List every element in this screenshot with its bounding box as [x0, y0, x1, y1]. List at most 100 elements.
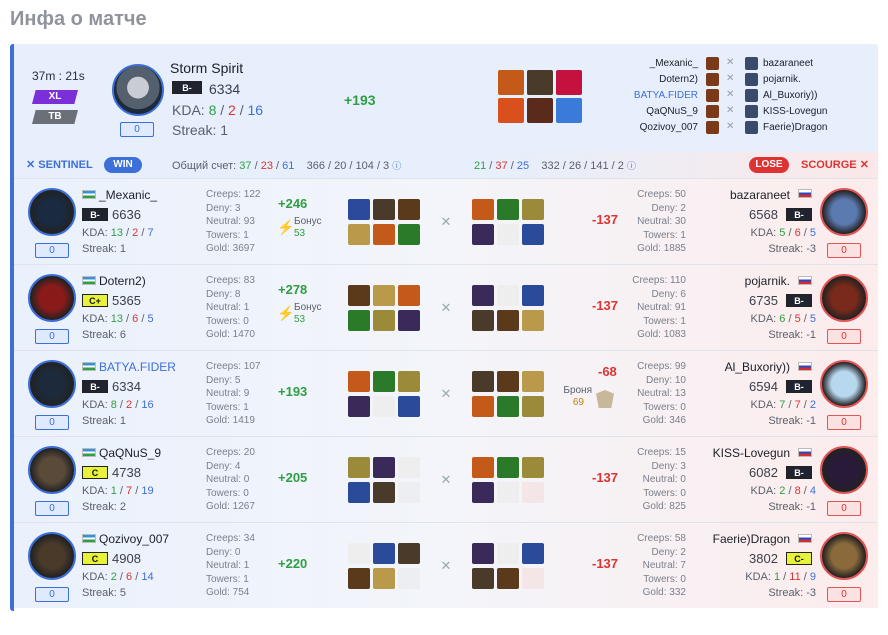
matchup-left[interactable]: BATYA.FIDER: [634, 90, 698, 101]
item-icon: [348, 371, 370, 392]
item-icon: [472, 199, 494, 220]
badge-tb: TB: [32, 110, 78, 124]
item-icon: [522, 371, 544, 392]
player-mmr: 6636: [112, 207, 141, 222]
player-name[interactable]: pojarnik.: [745, 274, 790, 288]
player-streak: Streak: 6: [82, 329, 127, 341]
player-kda: KDA: 8 / 2 / 16: [82, 399, 154, 411]
hero-mini-icon: [745, 73, 758, 86]
player-score-box: 0: [35, 501, 69, 516]
bonus: Бонус 53: [294, 302, 322, 325]
item-icon: [373, 457, 395, 478]
player-row: 0 Qozivoy_007 C 4908 KDA: 2 / 6 / 14 Str…: [14, 522, 878, 608]
player-name[interactable]: Faerie)Dragon: [713, 532, 790, 546]
item-icon: [373, 543, 395, 564]
player-name[interactable]: Dotern2): [99, 274, 146, 288]
player-items: [348, 285, 420, 331]
player-gain: -68: [598, 364, 617, 379]
player-mmr: 6082: [749, 465, 778, 480]
player-streak: Streak: 1: [82, 243, 127, 255]
badge-xl: XL: [32, 90, 78, 104]
player-name[interactable]: Al_Buxoriy)): [725, 360, 790, 374]
player-mmr: 4908: [112, 551, 141, 566]
item-icon: [497, 224, 519, 245]
player-avatar[interactable]: [28, 532, 76, 580]
item-icon: [348, 568, 370, 589]
hero-kda: KDA: 8 / 2 / 16: [172, 102, 264, 118]
player-items: [472, 543, 544, 589]
matchup-right[interactable]: KISS-Lovegun: [763, 106, 828, 117]
player-streak: Streak: 2: [82, 501, 127, 513]
item-icon: [373, 371, 395, 392]
player-stats: Creeps: 110 Deny: 6 Neutral: 91 Towers: 1 Go…: [632, 275, 686, 340]
item-icon: [498, 70, 524, 95]
item-icon: [497, 396, 519, 417]
player-avatar[interactable]: [28, 446, 76, 494]
player-stats: Creeps: 122 Deny: 3 Neutral: 93 Towers: 1 Go…: [206, 189, 261, 254]
player-name[interactable]: QaQNuS_9: [99, 446, 161, 460]
player-avatar[interactable]: [820, 532, 868, 580]
info-icon[interactable]: ⓘ: [627, 161, 636, 171]
hero-streak: Streak: 1: [172, 122, 229, 138]
vs-icon: ✕: [726, 105, 735, 116]
hero-mini-icon: [745, 121, 758, 134]
matchup-right[interactable]: bazaraneet: [763, 58, 813, 69]
player-stats: Creeps: 107 Deny: 5 Neutral: 9 Towers: 1 Gol…: [206, 361, 261, 426]
player-name[interactable]: Qozivoy_007: [99, 532, 169, 546]
matchup-left[interactable]: _Mexanic_: [650, 58, 698, 69]
player-kda: KDA: 7 / 7 / 2: [750, 399, 816, 411]
item-icon: [497, 543, 519, 564]
player-avatar[interactable]: [820, 360, 868, 408]
item-icon: [472, 543, 494, 564]
player-avatar[interactable]: [28, 188, 76, 236]
matchup-left[interactable]: Dotern2): [659, 74, 698, 85]
lightning-icon: ⚡: [277, 305, 295, 321]
matchup-right[interactable]: Al_Buxoriy)): [763, 90, 817, 101]
player-avatar[interactable]: [28, 274, 76, 322]
sword-icon: ✕: [26, 159, 36, 171]
matchup-left[interactable]: Qozivoy_007: [640, 122, 698, 133]
scoreline: ✕ SENTINEL WIN Общий счет: 37 / 23 / 61 …: [14, 152, 878, 178]
swords-icon: ✕: [440, 214, 452, 229]
player-stats: Creeps: 34 Deny: 0 Neutral: 1 Towers: 1 Gold…: [206, 533, 255, 598]
flag-icon: [798, 362, 812, 371]
info-icon[interactable]: ⓘ: [392, 161, 401, 171]
item-icon: [398, 310, 420, 331]
player-kda: KDA: 6 / 5 / 5: [750, 313, 816, 325]
item-icon: [497, 199, 519, 220]
player-mmr: 6334: [112, 379, 141, 394]
hero-mini-icon: [745, 57, 758, 70]
player-name[interactable]: BATYA.FIDER: [99, 360, 176, 374]
item-icon: [556, 70, 582, 95]
player-kda: KDA: 2 / 6 / 14: [82, 571, 154, 583]
player-name[interactable]: KISS-Lovegun: [713, 446, 790, 460]
flag-icon: [798, 448, 812, 457]
flag-icon: [82, 276, 96, 285]
hero-mini-icon: [706, 57, 719, 70]
win-badge: WIN: [104, 157, 142, 173]
player-avatar[interactable]: [28, 360, 76, 408]
player-items: [348, 457, 420, 503]
matchup-right[interactable]: Faerie)Dragon: [763, 122, 827, 133]
vs-icon: ✕: [726, 89, 735, 100]
item-icon: [497, 371, 519, 392]
rank-badge: B-: [172, 81, 202, 94]
player-avatar[interactable]: [820, 188, 868, 236]
item-icon: [373, 310, 395, 331]
item-icon: [522, 457, 544, 478]
item-icon: [498, 98, 524, 123]
item-icon: [373, 482, 395, 503]
player-name[interactable]: bazaraneet: [730, 188, 790, 202]
matchup-right[interactable]: pojarnik.: [763, 74, 801, 85]
player-avatar[interactable]: [820, 446, 868, 494]
swords-icon: ✕: [440, 472, 452, 487]
flag-icon: [82, 190, 96, 199]
matchup-left[interactable]: QaQNuS_9: [646, 106, 698, 117]
player-avatar[interactable]: [820, 274, 868, 322]
item-icon: [527, 98, 553, 123]
player-name[interactable]: _Mexanic_: [99, 188, 157, 202]
player-mmr: 5365: [112, 293, 141, 308]
player-stats: Creeps: 83 Deny: 8 Neutral: 1 Towers: 0 Gold…: [206, 275, 255, 340]
player-streak: Streak: 1: [82, 415, 127, 427]
player-mmr: 6568: [749, 207, 778, 222]
